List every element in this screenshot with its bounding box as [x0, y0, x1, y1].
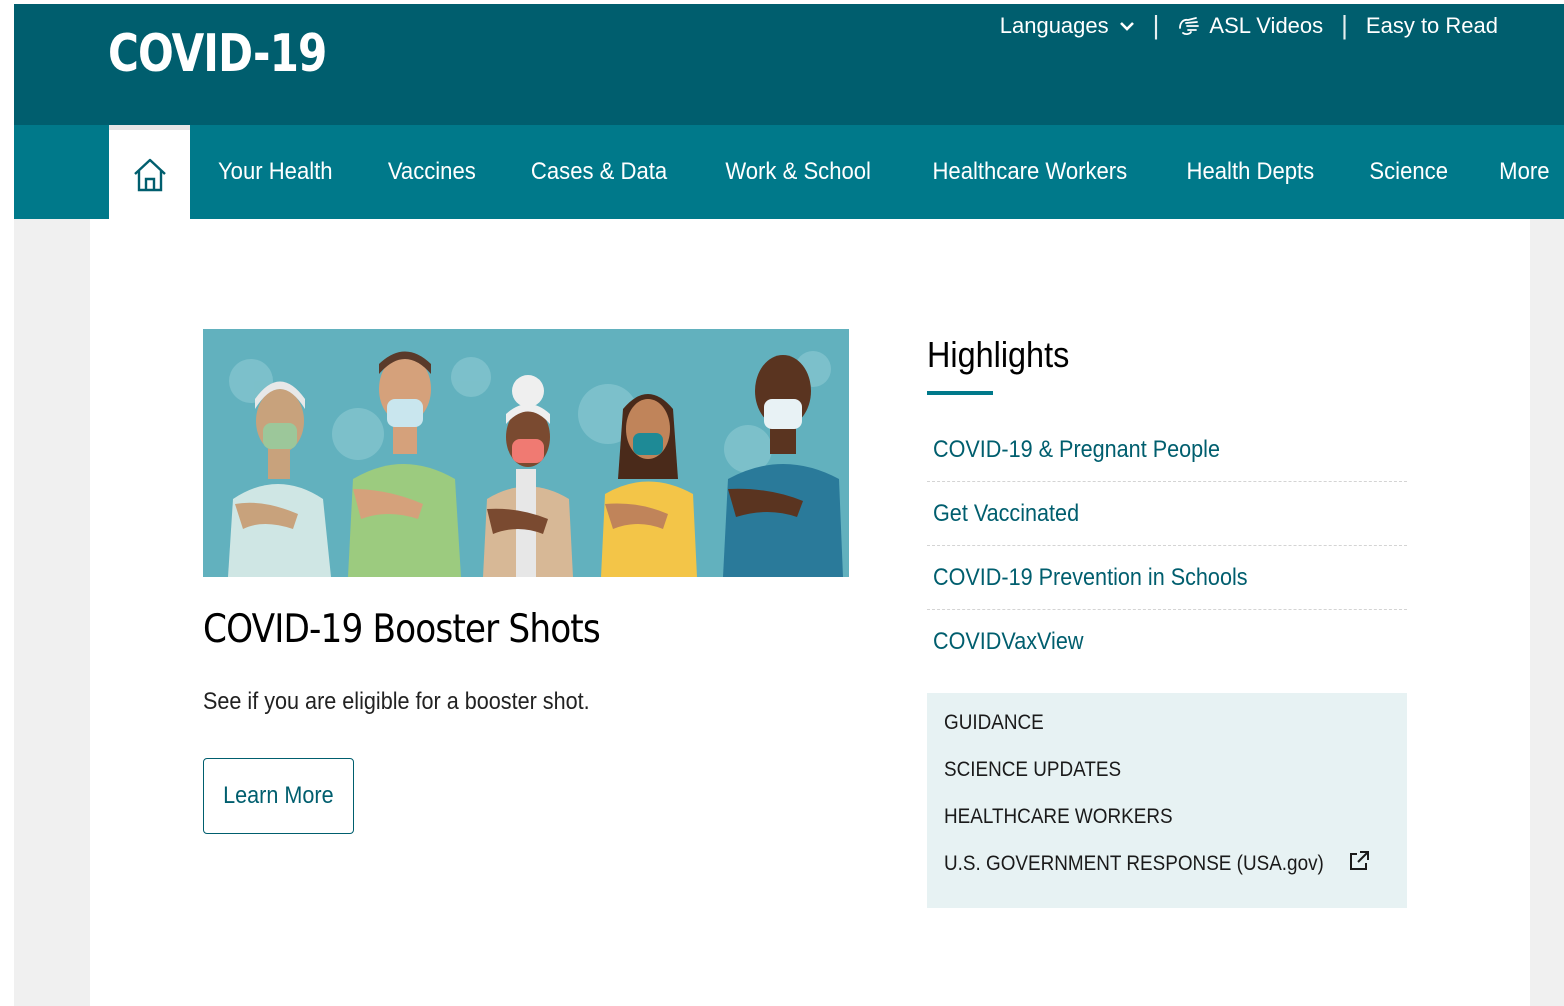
quick-link-label: SCIENCE UPDATES — [944, 758, 1122, 781]
nav-item-health-depts[interactable]: Health Depts — [1166, 158, 1336, 186]
home-icon — [133, 158, 166, 191]
hero-description: See if you are eligible for a booster sh… — [203, 688, 590, 715]
quick-link-us-government-response[interactable]: U.S. GOVERNMENT RESPONSE (USA.gov) — [944, 851, 1407, 899]
highlight-link-get-vaccinated[interactable]: Get Vaccinated — [927, 482, 1407, 546]
quick-link-guidance[interactable]: GUIDANCE — [944, 711, 1407, 758]
nav-home-tab[interactable] — [109, 125, 190, 219]
external-link-icon — [1350, 851, 1370, 870]
quick-link-label: HEALTHCARE WORKERS — [944, 805, 1173, 828]
easy-to-read-link[interactable]: Easy to Read — [1366, 13, 1498, 39]
highlight-link-pregnant-people[interactable]: COVID-19 & Pregnant People — [927, 418, 1407, 482]
learn-more-button[interactable]: Learn More — [203, 758, 354, 834]
highlights-list: COVID-19 & Pregnant People Get Vaccinate… — [927, 418, 1407, 674]
asl-videos-link[interactable]: ASL Videos — [1177, 13, 1323, 39]
learn-more-label: Learn More — [223, 782, 334, 809]
utility-nav: Languages | ASL Videos | Easy to Read — [1000, 10, 1498, 41]
asl-videos-label: ASL Videos — [1209, 12, 1324, 38]
quick-links-box: GUIDANCE SCIENCE UPDATES HEALTHCARE WORK… — [927, 693, 1407, 908]
highlight-link-label: COVID-19 Prevention in Schools — [933, 563, 1248, 591]
languages-dropdown[interactable]: Languages — [1000, 13, 1135, 39]
quick-link-label: U.S. GOVERNMENT RESPONSE (USA.gov) — [944, 852, 1324, 875]
nav-item-your-health[interactable]: Your Health — [197, 158, 354, 186]
chevron-down-icon — [1119, 21, 1134, 31]
highlight-link-prevention-schools[interactable]: COVID-19 Prevention in Schools — [927, 546, 1407, 610]
highlight-link-label: COVIDVaxView — [933, 628, 1084, 655]
nav-item-vaccines[interactable]: Vaccines — [366, 158, 496, 186]
highlights-title: Highlights — [927, 334, 1070, 375]
highlight-link-covidvaxview[interactable]: COVIDVaxView — [927, 610, 1407, 674]
main-nav: Your Health Vaccines Cases & Data Work &… — [14, 125, 1564, 219]
site-title[interactable]: COVID-19 — [108, 24, 327, 84]
quick-link-label: GUIDANCE — [944, 711, 1044, 734]
easy-to-read-label: Easy to Read — [1365, 12, 1498, 38]
nav-item-healthcare-workers[interactable]: Healthcare Workers — [911, 158, 1148, 186]
sign-language-icon — [1179, 16, 1200, 35]
quick-link-science-updates[interactable]: SCIENCE UPDATES — [944, 758, 1407, 805]
highlight-link-label: Get Vaccinated — [933, 499, 1080, 527]
vaccinated-people-illustration — [203, 329, 849, 577]
booster-illustration[interactable] — [203, 329, 849, 577]
languages-label: Languages — [999, 12, 1109, 38]
highlight-link-label: COVID-19 & Pregnant People — [933, 435, 1220, 463]
hero-title[interactable]: COVID-19 Booster Shots — [203, 607, 601, 652]
nav-items: Your Health Vaccines Cases & Data Work &… — [190, 125, 1564, 219]
nav-item-more[interactable]: More — [1478, 158, 1564, 186]
nav-item-work-school[interactable]: Work & School — [704, 158, 892, 186]
utility-separator: | — [1152, 10, 1160, 40]
nav-item-cases-data[interactable]: Cases & Data — [510, 158, 689, 186]
quick-link-healthcare-workers[interactable]: HEALTHCARE WORKERS — [944, 805, 1407, 852]
utility-separator: | — [1341, 10, 1348, 40]
nav-item-science[interactable]: Science — [1348, 158, 1469, 186]
highlights-underline — [927, 391, 993, 395]
